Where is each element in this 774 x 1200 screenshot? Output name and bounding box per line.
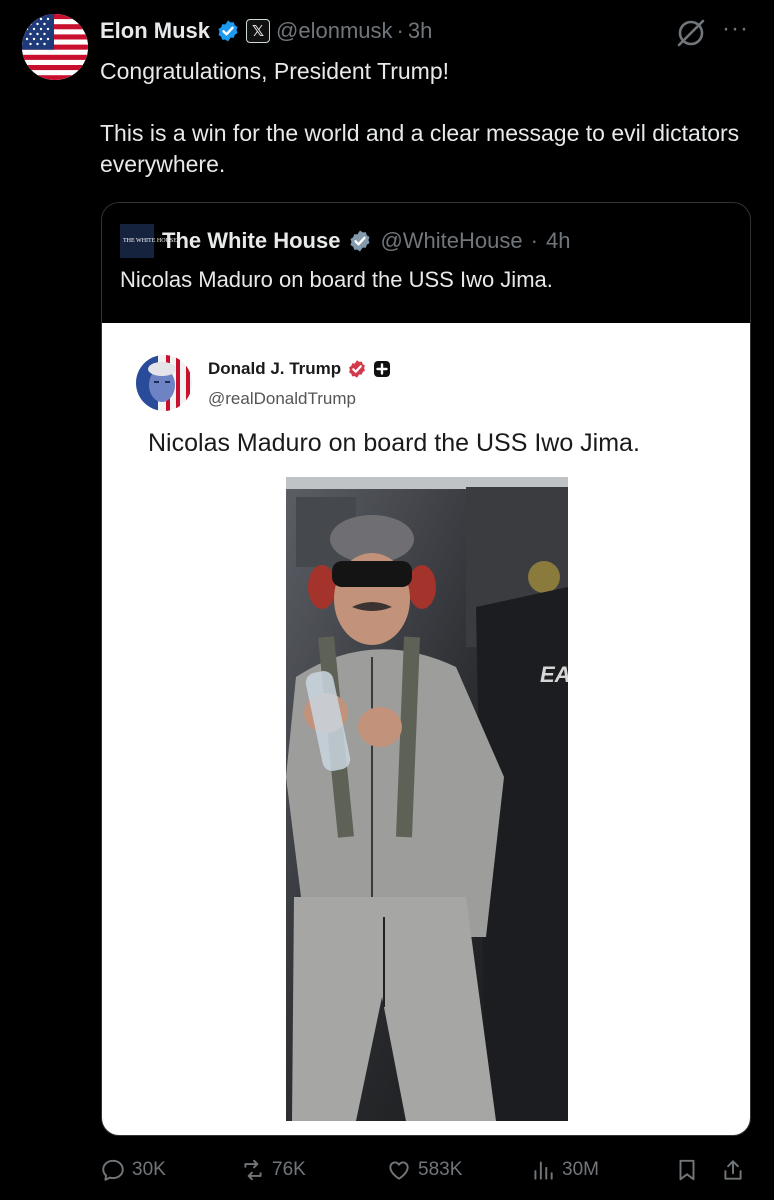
- like-icon: [389, 1161, 409, 1180]
- repost-count: 76K: [272, 1159, 306, 1180]
- quoted-media[interactable]: Donald J. Trump @realDonaldTrump Nicolas…: [102, 323, 750, 1135]
- white-house-logo-text: THE WHITE HOUSE: [123, 237, 177, 244]
- quoted-post-text: Nicolas Maduro on board the USS Iwo Jima…: [120, 267, 553, 292]
- embedded-author-name: Donald J. Trump: [208, 359, 342, 378]
- x-affiliate-badge[interactable]: 𝕏: [246, 19, 271, 43]
- trump-portrait-avatar-icon: [136, 355, 192, 411]
- trump-avatar: [136, 355, 192, 411]
- share-icon: [724, 1160, 742, 1180]
- embedded-author-handle: @realDonaldTrump: [208, 389, 356, 408]
- plus-badge-icon: [374, 361, 391, 377]
- repost-button[interactable]: 76K: [240, 1157, 306, 1183]
- views-icon: [534, 1161, 553, 1180]
- embedded-author-row: Donald J. Trump: [208, 359, 391, 379]
- reply-button[interactable]: 30K: [100, 1157, 166, 1183]
- quoted-post-header: THE WHITE HOUSE The White House @WhiteHo…: [120, 224, 570, 258]
- repost-icon: [244, 1159, 262, 1181]
- grok-icon[interactable]: [674, 16, 708, 50]
- quoted-post-time[interactable]: 4h: [546, 228, 570, 254]
- post-header: Elon Musk 𝕏 @elonmusk · 3h: [100, 16, 432, 46]
- verified-badge-icon: [350, 230, 370, 252]
- share-button[interactable]: [720, 1157, 746, 1183]
- photo-background-lettering: EA: [540, 662, 568, 687]
- reply-icon: [102, 1159, 124, 1181]
- post-time[interactable]: 3h: [408, 18, 432, 44]
- bookmark-button[interactable]: [674, 1157, 700, 1183]
- quoted-post[interactable]: THE WHITE HOUSE The White House @WhiteHo…: [101, 202, 751, 1136]
- quoted-author-name[interactable]: The White House: [162, 228, 340, 254]
- photo-image: EA: [286, 477, 568, 1121]
- post-text: Congratulations, President Trump! This i…: [100, 58, 740, 177]
- like-count: 583K: [418, 1159, 463, 1180]
- like-button[interactable]: 583K: [386, 1157, 462, 1183]
- us-flag-avatar-icon: [22, 14, 88, 80]
- action-bar: 30K 76K 583K 30M: [100, 1152, 760, 1188]
- author-avatar[interactable]: [22, 14, 88, 80]
- more-icon[interactable]: ···: [722, 14, 752, 44]
- white-house-logo[interactable]: THE WHITE HOUSE: [120, 224, 177, 258]
- post-detail: Elon Musk 𝕏 @elonmusk · 3h ··· Congratul…: [0, 0, 774, 1200]
- views-button[interactable]: 30M: [530, 1157, 599, 1183]
- separator: ·: [530, 228, 538, 253]
- maduro-photo[interactable]: EA: [286, 477, 568, 1121]
- author-name[interactable]: Elon Musk: [100, 18, 210, 44]
- author-handle[interactable]: @elonmusk: [276, 18, 393, 44]
- verified-badge-icon: [218, 20, 238, 42]
- reply-count: 30K: [132, 1159, 166, 1180]
- separator: ·: [396, 18, 404, 43]
- bookmark-icon: [679, 1159, 695, 1181]
- embedded-post-text: Nicolas Maduro on board the USS Iwo Jima…: [148, 429, 640, 457]
- verified-badge-icon: [349, 360, 366, 378]
- quoted-author-handle[interactable]: @WhiteHouse: [380, 228, 522, 254]
- views-count: 30M: [562, 1159, 599, 1180]
